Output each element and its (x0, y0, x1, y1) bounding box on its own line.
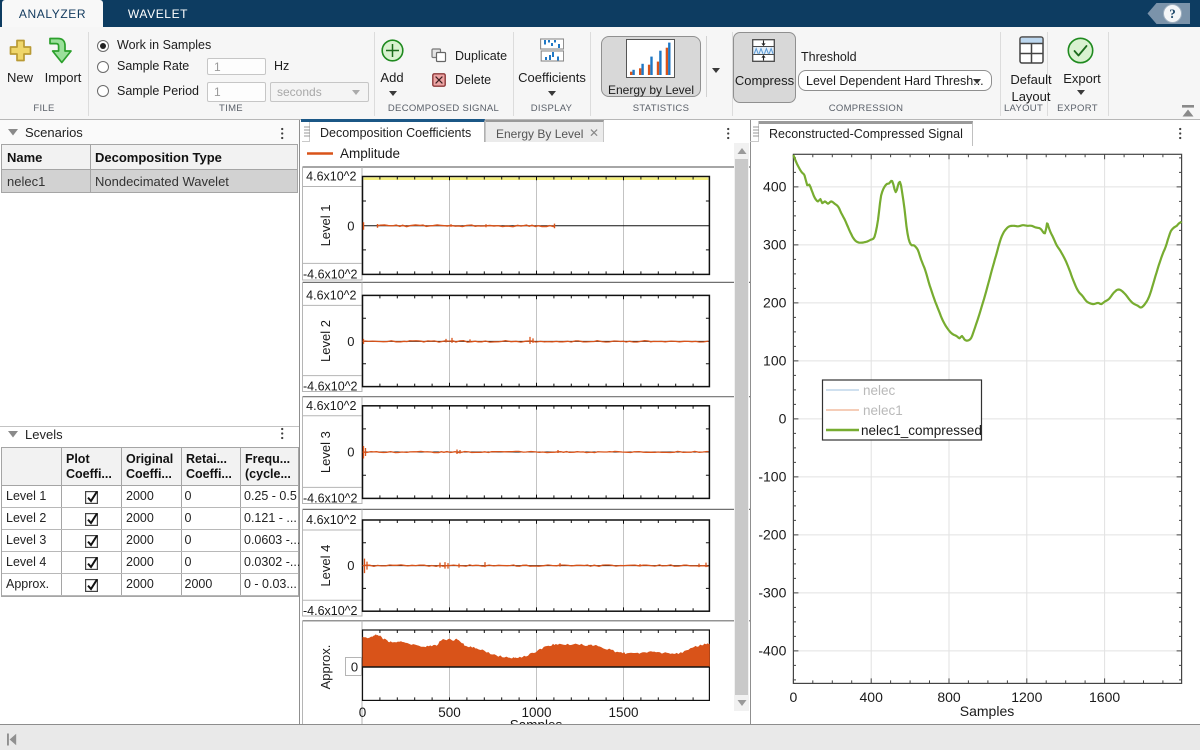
svg-text:4.6x10^2: 4.6x10^2 (306, 170, 356, 184)
svg-text:Samples: Samples (960, 703, 1014, 719)
svg-text:4.6x10^2: 4.6x10^2 (306, 399, 356, 413)
svg-text:?: ? (1169, 6, 1176, 21)
svg-text:0: 0 (347, 334, 354, 349)
svg-text:-4.6x10^2: -4.6x10^2 (303, 491, 358, 505)
svg-text:-400: -400 (758, 643, 786, 659)
svg-text:300: 300 (763, 237, 787, 253)
svg-text:400: 400 (763, 179, 787, 195)
svg-text:0: 0 (347, 218, 354, 233)
svg-text:0: 0 (359, 705, 367, 720)
svg-text:400: 400 (860, 689, 884, 705)
svg-text:800: 800 (937, 689, 961, 705)
svg-text:Approx.: Approx. (318, 645, 333, 690)
svg-text:Level 4: Level 4 (318, 545, 333, 587)
svg-text:-100: -100 (758, 469, 786, 485)
svg-text:-4.6x10^2: -4.6x10^2 (303, 380, 358, 394)
svg-text:0: 0 (790, 689, 798, 705)
svg-text:1200: 1200 (1011, 689, 1042, 705)
svg-text:0: 0 (347, 445, 354, 460)
svg-text:0: 0 (347, 558, 354, 573)
svg-text:0: 0 (779, 411, 787, 427)
svg-text:nelec1: nelec1 (863, 403, 903, 418)
svg-text:nelec: nelec (863, 383, 896, 398)
svg-text:1500: 1500 (608, 705, 638, 720)
svg-text:4.6x10^2: 4.6x10^2 (306, 513, 356, 527)
svg-text:4.6x10^2: 4.6x10^2 (306, 288, 356, 302)
svg-text:Level 1: Level 1 (318, 204, 333, 246)
svg-text:Level 3: Level 3 (318, 431, 333, 473)
svg-text:100: 100 (763, 353, 787, 369)
svg-text:Amplitude: Amplitude (340, 146, 400, 161)
svg-text:-4.6x10^2: -4.6x10^2 (303, 604, 358, 618)
svg-text:nelec1_compressed: nelec1_compressed (861, 423, 982, 438)
svg-text:-4.6x10^2: -4.6x10^2 (303, 267, 358, 281)
svg-text:-300: -300 (758, 585, 786, 601)
svg-text:1600: 1600 (1089, 689, 1120, 705)
svg-text:Level 2: Level 2 (318, 320, 333, 362)
svg-text:0: 0 (351, 660, 358, 675)
svg-text:200: 200 (763, 295, 787, 311)
svg-text:-200: -200 (758, 527, 786, 543)
svg-text:500: 500 (438, 705, 461, 720)
